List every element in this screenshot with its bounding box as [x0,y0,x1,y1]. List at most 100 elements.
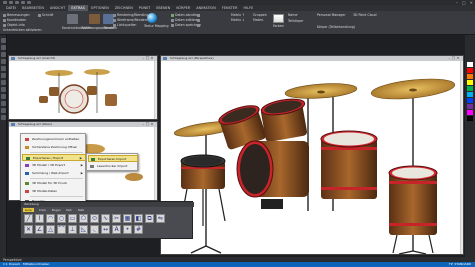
ribbon-item-koordinaten[interactable]: Koordinaten [7,18,26,22]
color-swatch[interactable] [273,14,284,23]
ribbon-daten-abrufen[interactable]: Daten abrufen [175,13,198,17]
rectangle-tool-icon[interactable]: ▭ [68,214,77,223]
ribbon-point-cloud[interactable]: 3D Point Cloud [353,13,377,17]
checkbox-icon[interactable] [171,19,174,22]
ribbon-farben[interactable]: Farben [273,24,284,28]
checkbox-icon[interactable] [197,19,200,22]
ribbon-item-schnitt[interactable]: Schnitt [42,13,53,17]
model-window-3[interactable]: Schlagzeug.wrl (Perspektive) –□× [160,55,464,255]
ribbon-personal-manager[interactable]: Personal Manager [317,13,346,17]
polygon-tool-icon[interactable] [1,66,6,71]
menu-item-zeichnungsnummern[interactable]: Zeichnungsnummern enthalten [22,136,86,143]
cross-tool-icon[interactable]: ✕ [24,225,33,234]
ribbon-render-opt-1[interactable]: Rendering/Blending [117,13,148,17]
dimension-tool-icon[interactable]: ↔ [101,225,110,234]
checkbox-icon[interactable] [113,14,116,17]
triangle-tool-icon[interactable]: △ [46,225,55,234]
checkbox-icon[interactable] [197,14,200,17]
ribbon-matrix-down[interactable]: Matrix ↓ [231,18,245,22]
angle-tool-icon[interactable]: ∠ [35,225,44,234]
checkbox-icon[interactable] [3,24,6,27]
ribbon-materialien[interactable]: Materi. [253,18,264,22]
color-red[interactable] [467,68,473,73]
checkbox-icon[interactable] [113,19,116,22]
palette-tab-bogen[interactable]: Bogen [50,208,63,212]
palette-tab-text[interactable]: Text [64,208,74,212]
extrude-tool-icon[interactable] [1,94,6,99]
bezier-tool-icon[interactable]: ⌒ [57,225,66,234]
ribbon-render-opt-2[interactable]: Wireframe/Rendern [117,18,148,22]
text-tool-icon[interactable] [1,73,6,78]
menu-item-3d-export[interactable]: 3D Modell / 3D Export ▶ [22,162,86,169]
ribbon-item-objekt-info[interactable]: Objekt-Info [7,23,25,27]
offset-tool-icon[interactable]: ⧉ [145,214,154,223]
polygon-tool-icon[interactable]: ⬠ [79,214,88,223]
menu-item-3d-daten[interactable]: 3D Modell-Daten [22,188,86,195]
undo-icon[interactable] [21,1,25,4]
palette-tab-kreis[interactable]: Kreis [37,208,48,212]
palette-tab-mass[interactable]: Maß [76,208,86,212]
mirror-tool-icon[interactable] [1,108,6,113]
ribbon-item-bemessungen[interactable]: Bemessungen [7,13,30,17]
point-tool-icon[interactable]: • [123,225,132,234]
zeichnungsoptionen-icon[interactable] [89,14,100,24]
ribbon-texture-mapping[interactable]: Textur Mapping [144,24,168,28]
dimension-tool-icon[interactable] [1,80,6,85]
scrollbar[interactable] [154,61,157,119]
ribbon-item-unterdruecken[interactable]: Unterdrücken aktivieren [3,28,42,32]
line-tool-icon[interactable] [1,45,6,50]
ribbon-name-dropdown[interactable]: Name [288,13,297,17]
submenu-item-laser-import[interactable]: Laserdrucker Import [88,163,138,170]
ellipse-tool-icon[interactable]: ⬭ [90,214,99,223]
checkbox-icon[interactable] [3,14,6,17]
color-green[interactable] [467,86,473,91]
color-orange[interactable] [467,74,473,79]
checkbox-icon[interactable] [197,24,200,27]
color-yellow[interactable] [467,80,473,85]
scale-tool-icon[interactable] [1,115,6,120]
ribbon-teilkoerper-dropdown[interactable]: Teilkörper [288,19,303,23]
fill-tool-icon[interactable]: ◧ [134,214,143,223]
ribbon-render-opt-3[interactable]: Lichtquellen [117,23,136,27]
select-tool-icon[interactable] [1,38,6,43]
menu-item-3d-druck[interactable]: 3D Modell für 3D Druck [22,180,86,187]
ribbon-matrix-up[interactable]: Matrix ↑ [231,13,245,17]
color-purple[interactable] [467,104,473,109]
menu-item-web-import[interactable]: Sammlung / Web-Import ▶ [22,170,86,177]
color-magenta[interactable] [467,110,473,115]
trim-tool-icon[interactable]: ✂ [112,214,121,223]
circle-tool-icon[interactable] [1,52,6,57]
polyline-tool-icon[interactable]: ⌇ [35,214,44,223]
rotate-tool-icon[interactable] [1,101,6,106]
scrollbar[interactable] [460,61,463,254]
fillet-tool-icon[interactable]: ◟ [90,225,99,234]
scrollbar[interactable] [154,127,157,200]
palette-tab-linie[interactable]: Linie [23,208,34,212]
arc-tool-icon[interactable] [1,59,6,64]
checkbox-icon[interactable] [113,24,116,27]
checkbox-icon[interactable] [3,19,6,22]
ribbon-gruppen[interactable]: Gruppen [253,13,267,17]
tangent-tool-icon[interactable]: ⊥ [68,225,77,234]
color-black[interactable] [467,116,473,121]
mirror-tool-icon[interactable]: ⇋ [156,214,165,223]
text-tool-icon[interactable]: A [112,225,121,234]
checkbox-icon[interactable] [171,14,174,17]
open-icon[interactable] [9,1,13,4]
hatch-tool-icon[interactable]: ▦ [123,214,132,223]
new-icon[interactable] [3,1,7,4]
redo-icon[interactable] [27,1,31,4]
hatch-tool-icon[interactable] [1,87,6,92]
konstruktionshilfen-icon[interactable] [67,14,78,24]
ribbon-koerper-teil[interactable]: Körper (Teilbehandlung) [317,25,355,29]
color-white[interactable] [467,62,473,67]
model-window-1[interactable]: Schlagzeug.wrl (Ansicht) –□× [8,55,158,120]
spline-tool-icon[interactable]: ∿ [101,214,110,223]
submenu-item-export-import[interactable]: Exportieren Import [88,155,138,162]
save-icon[interactable] [15,1,19,4]
checkbox-icon[interactable] [171,24,174,27]
circle-tool-icon[interactable]: ○ [57,214,66,223]
chamfer-tool-icon[interactable]: ◺ [79,225,88,234]
checkbox-icon[interactable] [38,14,41,17]
sphere-icon[interactable] [147,13,157,23]
